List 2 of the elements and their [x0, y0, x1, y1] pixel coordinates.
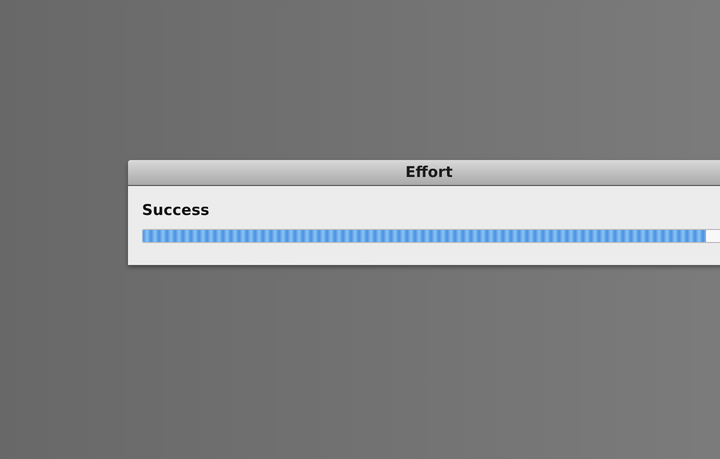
window-title: Effort	[405, 162, 453, 184]
status-message: Success	[142, 200, 210, 221]
